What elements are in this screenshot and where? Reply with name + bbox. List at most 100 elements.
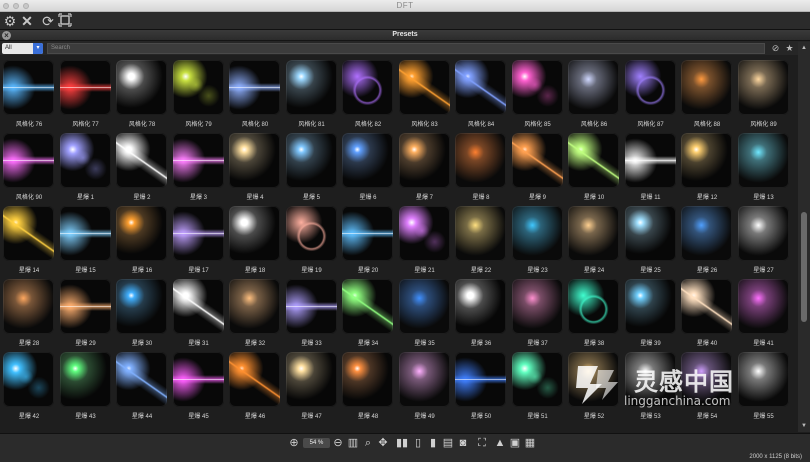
compare-icon[interactable]: ▤ xyxy=(442,437,454,449)
grid-icon[interactable]: ▦ xyxy=(524,437,536,449)
preset-item[interactable]: 星爆 37 xyxy=(511,279,564,349)
preset-item[interactable]: 风格化 77 xyxy=(59,60,112,130)
magnifier-icon[interactable]: ⌕ xyxy=(362,437,374,449)
preset-item[interactable]: 星爆 38 xyxy=(568,279,620,349)
search-input[interactable]: Search xyxy=(47,43,765,54)
preset-item[interactable]: 星爆 45 xyxy=(172,352,225,422)
preset-thumbnail xyxy=(285,133,337,188)
image-icon[interactable]: ▣ xyxy=(509,437,521,449)
preset-item[interactable]: 风格化 85 xyxy=(511,60,564,130)
preset-item[interactable]: 风格化 76 xyxy=(3,60,55,130)
preset-item[interactable]: 星爆 49 xyxy=(398,352,451,422)
preset-item[interactable]: 星爆 34 xyxy=(342,279,394,349)
preset-item[interactable]: 星爆 36 xyxy=(455,279,507,349)
fit-frame-icon[interactable] xyxy=(57,13,73,29)
preset-thumbnail xyxy=(568,133,619,188)
preset-item[interactable]: 风格化 86 xyxy=(568,60,620,130)
preset-item[interactable]: 星爆 2 xyxy=(116,133,168,203)
camera-icon[interactable]: ◙ xyxy=(457,437,469,449)
preset-item[interactable]: 风格化 88 xyxy=(681,60,733,130)
preset-item[interactable]: 星爆 25 xyxy=(624,206,677,276)
preset-item[interactable]: 星爆 16 xyxy=(116,206,168,276)
preset-item[interactable]: 星爆 11 xyxy=(624,133,677,203)
fit-width-icon[interactable]: ▥ xyxy=(347,437,359,449)
preset-item[interactable]: 星爆 6 xyxy=(342,133,394,203)
preset-item[interactable]: 星爆 14 xyxy=(3,206,55,276)
preset-item[interactable]: 风格化 83 xyxy=(398,60,451,130)
preset-item[interactable]: 星爆 22 xyxy=(455,206,507,276)
preset-item[interactable]: 星爆 5 xyxy=(285,133,338,203)
preset-item[interactable]: 星爆 18 xyxy=(229,206,281,276)
preset-item[interactable]: 星爆 43 xyxy=(59,352,112,422)
preset-item[interactable]: 风格化 84 xyxy=(455,60,507,130)
preset-item[interactable]: 星爆 31 xyxy=(172,279,225,349)
preset-label: 星爆 4 xyxy=(246,195,264,201)
preset-item[interactable]: 风格化 78 xyxy=(116,60,168,130)
preset-thumbnail xyxy=(172,60,224,115)
preset-thumbnail xyxy=(116,133,167,188)
preset-item[interactable]: 星爆 17 xyxy=(172,206,225,276)
preset-item[interactable]: 星爆 10 xyxy=(568,133,620,203)
scroll-up-icon[interactable]: ▲ xyxy=(800,44,808,52)
preset-item[interactable]: 星爆 51 xyxy=(511,352,564,422)
frame-icon[interactable]: ⛶ xyxy=(476,437,488,449)
preset-item[interactable]: 星爆 4 xyxy=(229,133,281,203)
preset-item[interactable]: 星爆 13 xyxy=(737,133,790,203)
preset-item[interactable]: 星爆 46 xyxy=(229,352,281,422)
preset-item[interactable]: 风格化 81 xyxy=(285,60,338,130)
preset-item[interactable]: 星爆 30 xyxy=(116,279,168,349)
preset-item[interactable]: 星爆 24 xyxy=(568,206,620,276)
clear-search-icon[interactable]: ⊘ xyxy=(770,43,781,54)
preset-item[interactable]: 星爆 48 xyxy=(342,352,394,422)
preset-item[interactable]: 风格化 82 xyxy=(342,60,394,130)
preset-label: 风格化 87 xyxy=(637,122,664,128)
star-icon[interactable]: ★ xyxy=(784,43,795,54)
gear-icon[interactable]: ⚙ xyxy=(2,13,18,29)
scrollbar-thumb[interactable] xyxy=(801,212,807,322)
preset-item[interactable]: 星爆 8 xyxy=(455,133,507,203)
preset-item[interactable]: 星爆 47 xyxy=(285,352,338,422)
preset-item[interactable]: 星爆 44 xyxy=(116,352,168,422)
single-view-icon[interactable]: ▮ xyxy=(427,437,439,449)
pan-icon[interactable]: ✥ xyxy=(377,437,389,449)
preset-item[interactable]: 星爆 23 xyxy=(511,206,564,276)
title-bar: DFT xyxy=(0,0,810,12)
preset-item[interactable]: 星爆 39 xyxy=(624,279,677,349)
preset-item[interactable]: 星爆 19 xyxy=(285,206,338,276)
preset-item[interactable]: 风格化 89 xyxy=(737,60,790,130)
zoom-out-icon[interactable]: ⊖ xyxy=(332,437,344,449)
preset-item[interactable]: 星爆 40 xyxy=(681,279,733,349)
preset-item[interactable]: 星爆 27 xyxy=(737,206,790,276)
preset-item[interactable]: 星爆 50 xyxy=(455,352,507,422)
preset-item[interactable]: 星爆 29 xyxy=(59,279,112,349)
preset-item[interactable]: 星爆 35 xyxy=(398,279,451,349)
category-select[interactable]: All ▾ xyxy=(2,43,43,54)
preset-item[interactable]: 星爆 7 xyxy=(398,133,451,203)
split-horizontal-icon[interactable]: ▯ xyxy=(412,437,424,449)
preset-item[interactable]: 星爆 15 xyxy=(59,206,112,276)
preset-item[interactable]: 风格化 80 xyxy=(229,60,281,130)
scroll-down-icon[interactable]: ▼ xyxy=(800,422,808,430)
preset-item[interactable]: 星爆 26 xyxy=(681,206,733,276)
preset-item[interactable]: 星爆 21 xyxy=(398,206,451,276)
preset-item[interactable]: 风格化 90 xyxy=(3,133,55,203)
histogram-icon[interactable]: ▲ xyxy=(494,437,506,449)
preset-item[interactable]: 星爆 9 xyxy=(511,133,564,203)
refresh-icon[interactable]: ⟳ xyxy=(40,13,56,29)
zoom-in-icon[interactable]: ⊕ xyxy=(288,437,300,449)
preset-item[interactable]: 星爆 3 xyxy=(172,133,225,203)
split-view-icon[interactable]: ▮▮ xyxy=(396,437,408,449)
preset-item[interactable]: 星爆 32 xyxy=(229,279,281,349)
preset-item[interactable]: 风格化 79 xyxy=(172,60,225,130)
preset-item[interactable]: 星爆 33 xyxy=(285,279,338,349)
preset-item[interactable]: 星爆 20 xyxy=(342,206,394,276)
preset-item[interactable]: 风格化 87 xyxy=(624,60,677,130)
preset-item[interactable]: 星爆 1 xyxy=(59,133,112,203)
close-icon[interactable]: ✕ xyxy=(19,13,35,29)
preset-item[interactable]: 星爆 42 xyxy=(3,352,55,422)
preset-item[interactable]: 星爆 41 xyxy=(737,279,790,349)
preset-label: 星爆 3 xyxy=(189,195,207,201)
zoom-level[interactable]: 54 % xyxy=(303,438,330,448)
preset-item[interactable]: 星爆 12 xyxy=(681,133,733,203)
preset-item[interactable]: 星爆 28 xyxy=(3,279,55,349)
